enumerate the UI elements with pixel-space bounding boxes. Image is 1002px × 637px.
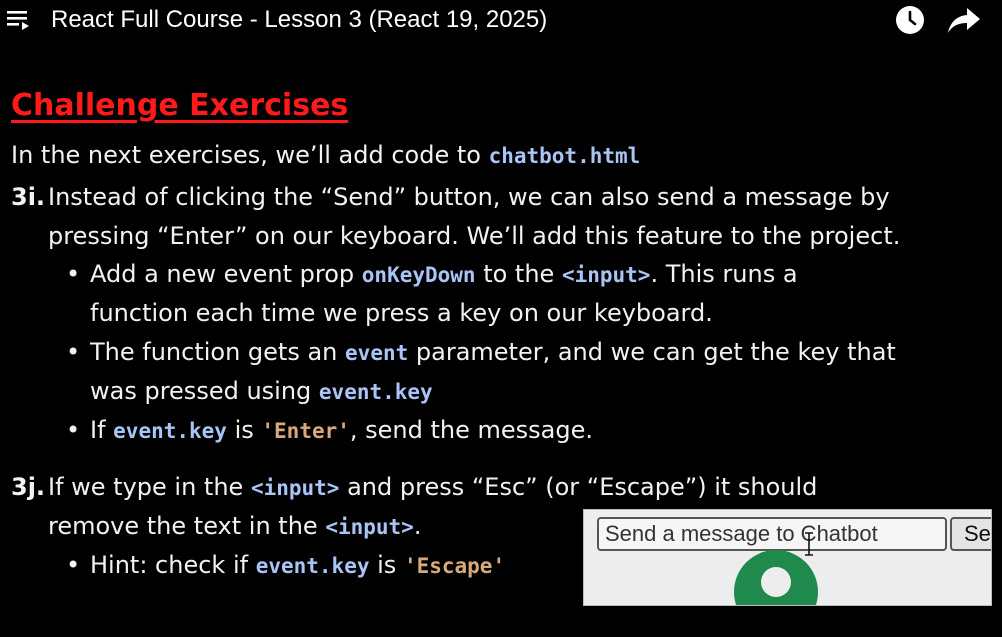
slide-heading: Challenge Exercises bbox=[11, 88, 349, 123]
bullet-3-line: If event.key is 'Enter', send the messag… bbox=[90, 416, 594, 444]
exercise-3i-line-2: pressing “Enter” on our keyboard. We’ll … bbox=[48, 222, 901, 250]
exercise-3j-line-1: If we type in the <input> and press “Esc… bbox=[48, 473, 818, 501]
bullet-1-line-2: function each time we press a key on our… bbox=[90, 299, 713, 327]
bullet-1-line-1: Add a new event prop onKeyDown to the <i… bbox=[90, 260, 798, 288]
intro-line: In the next exercises, we’ll add code to… bbox=[11, 141, 641, 169]
code-onkeydown: onKeyDown bbox=[361, 263, 476, 287]
bullet-2-line-2: was pressed using event.key bbox=[90, 377, 433, 405]
bullet-marker: • bbox=[66, 338, 81, 366]
hint-line: Hint: check if event.key is 'Escape' bbox=[90, 551, 506, 579]
code-event-key: event.key bbox=[318, 380, 433, 404]
bullet-marker: • bbox=[66, 416, 81, 444]
code-input-tag: <input> bbox=[250, 476, 340, 500]
exercise-3i-line-1: Instead of clicking the “Send” button, w… bbox=[48, 183, 890, 211]
chatbot-preview: Send a message to Chatbot Se bbox=[583, 509, 992, 606]
exercise-3j-line-2: remove the text in the <input>. bbox=[48, 512, 422, 540]
slide: Challenge Exercises In the next exercise… bbox=[0, 0, 1002, 637]
message-input[interactable]: Send a message to Chatbot bbox=[597, 517, 947, 551]
exercise-number-3i: 3i. bbox=[11, 183, 46, 211]
code-filename: chatbot.html bbox=[488, 144, 641, 168]
code-input-tag: <input> bbox=[325, 515, 414, 539]
send-button[interactable]: Se bbox=[950, 517, 991, 551]
bullet-marker: • bbox=[66, 551, 81, 579]
code-event-key: event.key bbox=[255, 554, 370, 578]
user-avatar-icon bbox=[734, 550, 818, 605]
code-enter-string: 'Enter' bbox=[261, 419, 350, 443]
code-escape-string: 'Escape' bbox=[403, 554, 506, 578]
bullet-2-line-1: The function gets an event parameter, an… bbox=[90, 338, 896, 366]
code-event-key: event.key bbox=[113, 419, 227, 443]
code-event: event bbox=[345, 341, 409, 365]
exercise-number-3j: 3j. bbox=[11, 473, 46, 501]
code-input-tag: <input> bbox=[561, 263, 651, 287]
bullet-marker: • bbox=[66, 260, 81, 288]
